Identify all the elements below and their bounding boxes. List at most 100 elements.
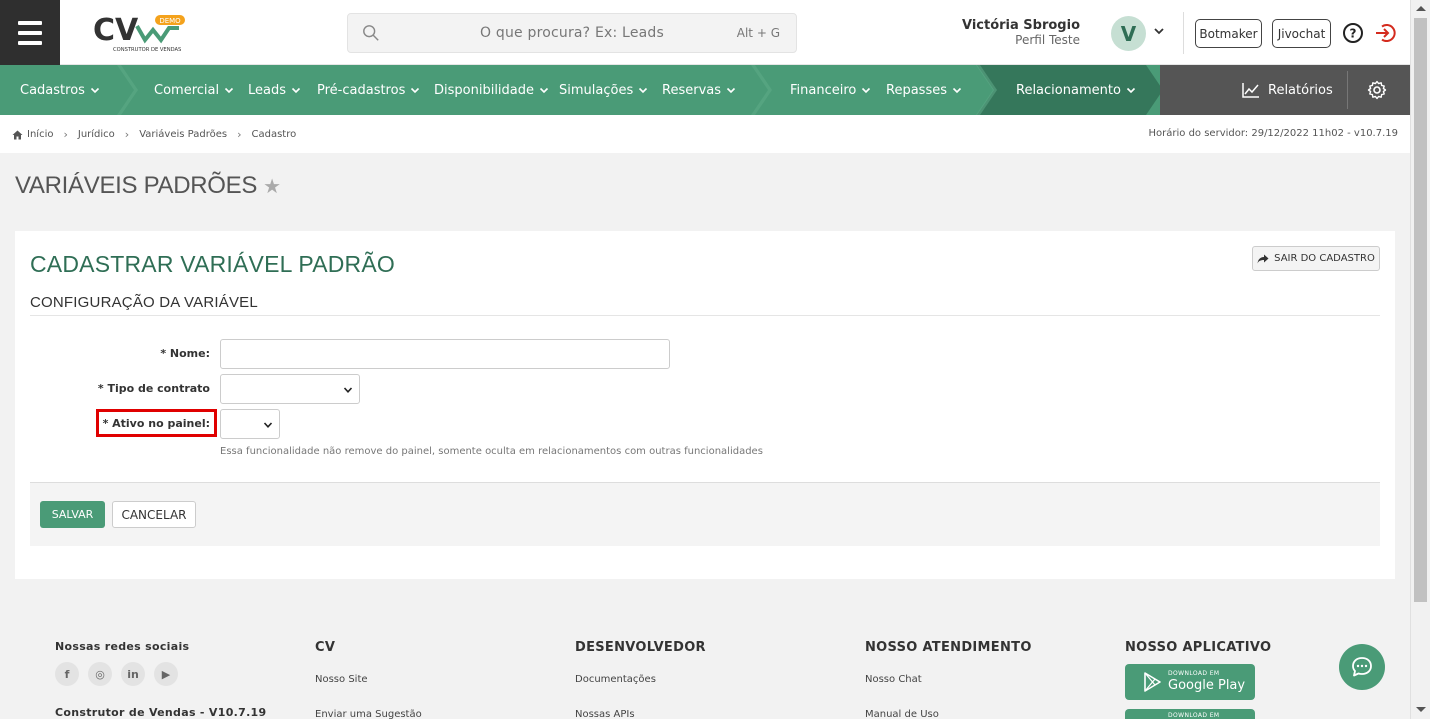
logo-subtitle: CONSTRUTOR DE VENDAS [113,47,181,53]
nav-item-cadastros[interactable]: Cadastros [20,65,100,115]
chevron-down-icon [343,387,353,393]
app-store-button[interactable]: DOWNLOAD EM [1125,709,1255,719]
star-icon[interactable]: ★ [263,174,281,199]
nav-label: Simulações [559,82,634,98]
exit-form-button[interactable]: SAIR DO CADASTRO [1252,246,1380,271]
breadcrumb-item[interactable]: Jurídico [78,129,115,140]
chevron-right-icon: › [237,128,242,141]
user-name[interactable]: Victória Sbrogio [962,18,1080,33]
logo-badge: DEMO [159,17,181,25]
nav-label: Cadastros [20,82,85,98]
google-play-icon [1144,672,1161,692]
nome-input[interactable] [220,339,670,369]
avatar[interactable]: V [1111,16,1146,51]
breadcrumb-item-current: Cadastro [251,129,297,140]
nav-label: Reservas [662,82,721,98]
chat-bubble-icon [1352,657,1372,677]
nav-item-comercial[interactable]: Comercial [154,65,234,115]
save-button[interactable]: SALVAR [40,501,105,528]
footer-link[interactable]: Nosso Site [315,674,368,685]
chevron-down-icon [1126,87,1135,94]
home-icon [12,130,23,139]
chevron-down-icon [225,87,234,94]
nav-item-relacionamento[interactable]: Relacionamento [1016,65,1136,115]
footer-link[interactable]: Nossas APIs [575,709,635,719]
footer-link[interactable]: Nosso Chat [865,674,922,685]
gear-icon[interactable] [1367,80,1387,100]
footer-social: Nossas redes sociais [55,640,189,653]
chevron-down-icon [539,87,549,94]
reports-link[interactable]: Relatórios [1242,65,1333,115]
footer: Nossas redes sociais f ◎ in ▶ Construtor… [0,600,1410,719]
facebook-icon[interactable]: f [55,662,79,686]
breadcrumb-item[interactable]: Início [27,129,53,140]
google-play-small: DOWNLOAD EM [1168,670,1220,677]
ativo-painel-hint: Essa funcionalidade não remove do painel… [220,446,763,457]
help-icon[interactable]: ? [1342,22,1364,44]
search-input[interactable]: O que procura? Ex: Leads Alt + G [347,13,797,53]
scroll-thumb[interactable] [1414,18,1427,602]
chevron-down-icon [90,87,99,94]
google-play-button[interactable]: DOWNLOAD EM Google Play [1125,664,1255,700]
nav-item-financeiro[interactable]: Financeiro [790,65,871,115]
chevron-down-icon [726,87,736,94]
logo-text: CV [93,13,139,48]
reports-label: Relatórios [1268,82,1333,98]
menu-toggle-button[interactable] [0,0,60,65]
chevron-down-icon [291,87,301,94]
user-profile: Perfil Teste [1015,33,1080,47]
nav-label: Repasses [886,82,947,98]
scroll-up-arrow-icon[interactable] [1416,6,1426,11]
exit-form-label: SAIR DO CADASTRO [1274,253,1375,264]
divider [30,315,1380,316]
chat-button[interactable] [1339,644,1385,690]
tipo-contrato-select[interactable] [220,374,360,404]
app-store-small: DOWNLOAD EM [1168,712,1220,719]
chevron-right-icon: › [124,128,130,141]
nav-label: Comercial [154,82,220,98]
page-title: VARIÁVEIS PADRÕES ★ [15,172,281,200]
logo[interactable]: CV DEMO CONSTRUTOR DE VENDAS [93,12,188,54]
cancel-button[interactable]: CANCELAR [112,501,196,528]
instagram-icon[interactable]: ◎ [88,662,112,686]
nav-item-simulacoes[interactable]: Simulações [559,65,648,115]
botmaker-button[interactable]: Botmaker [1195,19,1262,48]
hamburger-icon-line [18,20,42,25]
hamburger-icon-line [18,30,42,35]
jivochat-button[interactable]: Jivochat [1272,19,1331,48]
youtube-icon[interactable]: ▶ [154,662,178,686]
nav-item-disponibilidade[interactable]: Disponibilidade [434,65,549,115]
nav-label: Disponibilidade [434,82,535,98]
footer-version: Construtor de Vendas - V10.7.19 [55,706,267,719]
scroll-down-arrow-icon[interactable] [1416,707,1426,712]
ativo-painel-select[interactable] [220,409,280,439]
search-shortcut: Alt + G [736,26,780,40]
footer-link[interactable]: Enviar uma Sugestão [315,709,422,719]
svg-text:?: ? [1350,27,1357,41]
breadcrumb-item[interactable]: Variáveis Padrões [139,129,227,140]
server-time: Horário do servidor: 29/12/2022 11h02 - … [1148,128,1398,139]
page-title-text: VARIÁVEIS PADRÕES [15,172,258,199]
chevron-down-icon [639,87,648,94]
nav-item-leads[interactable]: Leads [248,65,301,115]
cv-logo-icon: CV DEMO CONSTRUTOR DE VENDAS [93,13,185,53]
ativo-painel-label: * Ativo no painel: [102,417,210,430]
hamburger-icon-line [18,40,42,45]
logout-icon[interactable] [1374,22,1396,44]
tipo-contrato-label: * Tipo de contrato [97,382,210,395]
chevron-down-icon[interactable] [1152,24,1166,38]
scrollbar[interactable] [1410,0,1430,719]
form-title: CADASTRAR VARIÁVEL PADRÃO [30,251,395,277]
nav-label: Relacionamento [1016,82,1121,98]
nav-item-repasses[interactable]: Repasses [886,65,962,115]
footer-link[interactable]: Documentações [575,674,656,685]
search-placeholder: O que procura? Ex: Leads [479,25,664,41]
chevron-down-icon [862,87,871,94]
nav-item-pre-cadastros[interactable]: Pré-cadastros [317,65,420,115]
nav-item-reservas[interactable]: Reservas [662,65,736,115]
footer-support-title: NOSSO ATENDIMENTO [865,640,1032,655]
line-chart-icon [1242,83,1259,98]
linkedin-icon[interactable]: in [121,662,145,686]
footer-link[interactable]: Manual de Uso [865,709,939,719]
footer-social-title: Nossas redes sociais [55,640,190,653]
